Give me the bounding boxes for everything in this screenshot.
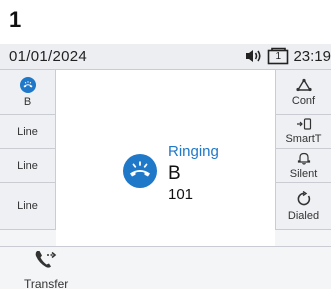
transfer-label: Transfer [24,277,69,291]
dialed-key[interactable]: Dialed [275,183,331,230]
line-key-b[interactable]: B [0,70,56,115]
caller-name: B [168,163,181,184]
transfer-icon [34,249,58,276]
line-key[interactable]: Line [0,183,56,230]
bottom-softkey-bar: Transfer [0,246,331,291]
caller-number: 101 [168,186,194,203]
line-key[interactable]: Line [0,115,56,149]
line-key[interactable]: Line [0,149,56,183]
redial-icon [296,190,312,210]
ringing-handset-icon [19,76,36,96]
phone-screen: 01/01/2024 1 23:19 B Line Line Line Ring… [0,44,331,291]
status-time: 23:19 [293,47,331,65]
line-key-label: Line [17,125,38,138]
right-softkeys: Conf SmartT Silent Dialed [275,70,331,230]
smart-transfer-icon [295,118,313,133]
bell-icon [297,151,311,168]
status-date: 01/01/2024 [9,48,88,65]
conference-key[interactable]: Conf [275,70,331,115]
call-state: Ringing [168,143,219,160]
call-panel: Ringing B 101 [56,70,275,246]
silent-label: Silent [289,168,318,180]
line-key-label: Line [17,200,38,212]
status-bar: 01/01/2024 1 23:19 [0,44,331,70]
line-indicator-number: 1 [275,51,282,62]
line-key-label: Line [17,159,38,172]
status-right: 1 23:19 [243,47,331,65]
incoming-call-icon [123,154,157,193]
dialed-label: Dialed [287,209,320,222]
left-line-keys: B Line Line Line [0,70,56,230]
smart-transfer-label: SmartT [285,133,322,145]
conference-icon [295,78,313,95]
step-number: 1 [9,7,22,32]
silent-key[interactable]: Silent [275,149,331,183]
line-indicator-icon: 1 [267,47,289,65]
line-key-label: B [23,95,32,108]
smart-transfer-key[interactable]: SmartT [275,115,331,149]
transfer-button[interactable]: Transfer [24,249,68,291]
conference-label: Conf [291,94,316,107]
speaker-volume-icon [243,48,263,64]
